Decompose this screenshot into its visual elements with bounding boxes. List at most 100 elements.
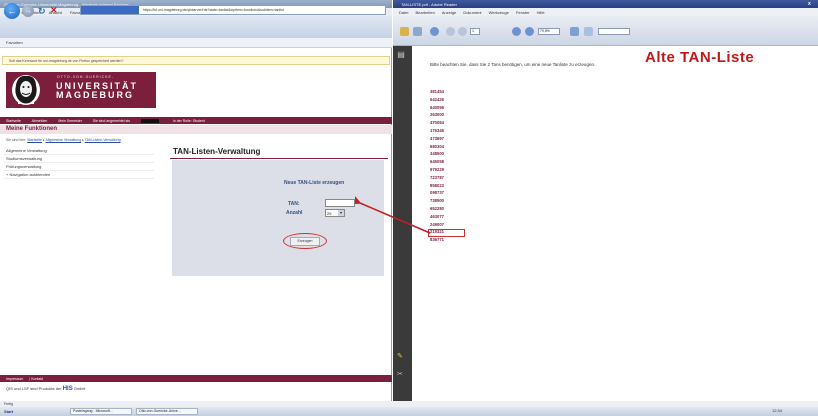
taskbar-item-mail[interactable]: Posteingang - Microsoft... [70, 408, 132, 415]
print-icon[interactable] [413, 27, 422, 36]
attachment-icon[interactable]: ✂ [397, 370, 407, 380]
breadcrumb-tan-admin[interactable]: TAN-Listen-Verwaltung [85, 138, 121, 142]
sidebar-item-study-admin[interactable]: Studiumsverwaltung [4, 155, 154, 163]
reader-title: TAN-LISTE.pdf - Adobe Reader [401, 2, 457, 7]
reader-menu-bar: Datei Bearbeiten Anzeige Dokument Werkze… [393, 8, 818, 16]
tan-entry: 836771 [430, 237, 444, 243]
tan-entry: 381454 [430, 89, 444, 94]
zoom-out-icon[interactable] [512, 27, 521, 36]
tan-label: TAN: [288, 201, 300, 207]
footer-credit-text: QIS und LSF sind Produkte der [6, 386, 62, 391]
tan-input[interactable] [325, 199, 355, 207]
tan-entry: 542426 [430, 96, 444, 102]
redacted-username [141, 119, 160, 124]
fit-page-icon[interactable] [570, 27, 579, 36]
tan-entry: 249007 [430, 221, 444, 227]
taskbar-item-browser[interactable]: Otto-von-Guericke-Unive... [136, 408, 198, 415]
chevron-down-icon: ▾ [338, 210, 344, 216]
start-button[interactable]: Start [2, 408, 24, 415]
highlight-circle [283, 233, 327, 249]
tan-entry: 652280 [430, 205, 444, 211]
favorites-tab[interactable]: Favoriten [6, 40, 23, 45]
page-down-icon[interactable] [458, 27, 467, 36]
forward-arrow-icon: → [24, 7, 32, 15]
reader-title-bar: TAN-LISTE.pdf - Adobe Reader [393, 0, 818, 8]
page-up-icon[interactable] [446, 27, 455, 36]
tan-list: 381454 542426 640056 263000 470064 176346 4736… [430, 88, 470, 244]
pdf-title: Alte TAN-Liste [645, 49, 755, 66]
reader-menu-file[interactable]: Datei [399, 10, 408, 15]
favorites-bar [0, 38, 392, 48]
tan-entry: 640056 [430, 104, 444, 110]
reload-icon[interactable]: ↻ [38, 6, 46, 17]
tan-form-panel [172, 160, 384, 276]
reader-menu-tools[interactable]: Werkzeuge [489, 10, 509, 15]
guericke-portrait-icon [12, 75, 40, 105]
breadcrumb-prefix: Sie sind hier: [6, 138, 27, 142]
logo-title: UNIVERSITÄT MAGDEBURG [56, 82, 138, 100]
stop-icon[interactable]: ✕ [50, 5, 58, 16]
email-icon[interactable] [430, 27, 439, 36]
tan-entry: 858023 [430, 182, 444, 188]
tan-entry: 348500 [430, 151, 444, 157]
page-thumbnail-icon[interactable]: ▤ [396, 50, 406, 60]
tan-entry: 263000 [430, 112, 444, 118]
back-button[interactable]: ← [4, 3, 20, 19]
nav-semester[interactable]: Mein Semester [58, 119, 82, 123]
tan-entry: 463077 [430, 213, 444, 219]
breadcrumb-home[interactable]: Startseite [27, 138, 42, 142]
tan-entry: 098737 [430, 190, 444, 196]
page-number-field[interactable]: 1 [470, 28, 480, 35]
tan-entry: 470064 [430, 120, 444, 126]
reader-menu-document[interactable]: Dokument [463, 10, 481, 15]
nav-role[interactable]: in der Rolle: Student [173, 119, 205, 123]
tan-entry: 723787 [430, 174, 444, 180]
functions-title: Meine Funktionen [0, 125, 392, 134]
back-arrow-icon: ← [7, 6, 17, 16]
fit-width-icon[interactable] [584, 27, 593, 36]
logo-line-2: MAGDEBURG [56, 90, 134, 100]
page-title: TAN-Listen-Verwaltung [173, 147, 261, 156]
reader-menu-view[interactable]: Anzeige [442, 10, 456, 15]
footer-bar: Impressum | Kontakt [0, 375, 392, 382]
red-arrow-icon [355, 195, 431, 234]
top-navigation: Startseite Abmelden Mein Semester Sie si… [0, 117, 392, 124]
count-select[interactable]: 25 ▾ [325, 209, 345, 217]
footer-credit-suffix: GmbH [73, 386, 86, 391]
sidebar-item-exam-admin[interactable]: Prüfungsverwaltung [4, 163, 154, 171]
reader-menu-edit[interactable]: Bearbeiten [415, 10, 434, 15]
footer-imprint-link[interactable]: Impressum [6, 377, 23, 381]
nav-home[interactable]: Startseite [6, 119, 21, 123]
his-logo[interactable]: HIS [63, 386, 73, 392]
address-text: https://lsf.uni-magdeburg.de/qisserver/r… [143, 8, 284, 12]
logo-subtitle: OTTO-VON-GUERICKE- [57, 75, 115, 79]
count-label: Anzahl [286, 210, 303, 216]
breadcrumb-general-admin[interactable]: Allgemeine Verwaltung [46, 138, 82, 142]
tan-entry: 680304 [430, 143, 444, 149]
zoom-in-icon[interactable] [525, 27, 534, 36]
tan-entry: 738500 [430, 198, 444, 204]
count-value: 25 [327, 211, 332, 216]
close-icon[interactable]: x [808, 1, 811, 7]
breadcrumb: Sie sind hier: Startseite ▸ Allgemeine V… [6, 138, 121, 142]
tan-entry: 176346 [430, 127, 444, 133]
save-icon[interactable] [400, 27, 409, 36]
pdf-page [415, 46, 818, 401]
zoom-field[interactable]: 79,5% [538, 28, 560, 35]
tan-entry: 979229 [430, 166, 444, 172]
footer-contact-link[interactable]: Kontakt [31, 377, 43, 381]
sidebar-item-hide-navigation[interactable]: + Navigation ausblenden [4, 171, 154, 179]
browser-nav-bar [0, 16, 392, 38]
tan-entry: 645058 [430, 159, 444, 165]
forward-button[interactable]: → [22, 5, 34, 17]
sidebar-item-general-admin[interactable]: Allgemeine Verwaltung [4, 147, 154, 155]
status-text: Fertig [4, 402, 13, 406]
bookmark-icon[interactable]: ✎ [397, 352, 407, 362]
reader-menu-help[interactable]: Hilfe [537, 10, 545, 15]
nav-logged-in-as: Sie sind angemeldet als [93, 119, 162, 124]
reader-menu-window[interactable]: Fenster [516, 10, 530, 15]
tan-entry: 473697 [430, 135, 444, 141]
nav-logout[interactable]: Abmelden [32, 119, 48, 123]
find-field[interactable] [598, 28, 630, 35]
footer-credit: QIS und LSF sind Produkte der HIS GmbH [6, 386, 85, 392]
